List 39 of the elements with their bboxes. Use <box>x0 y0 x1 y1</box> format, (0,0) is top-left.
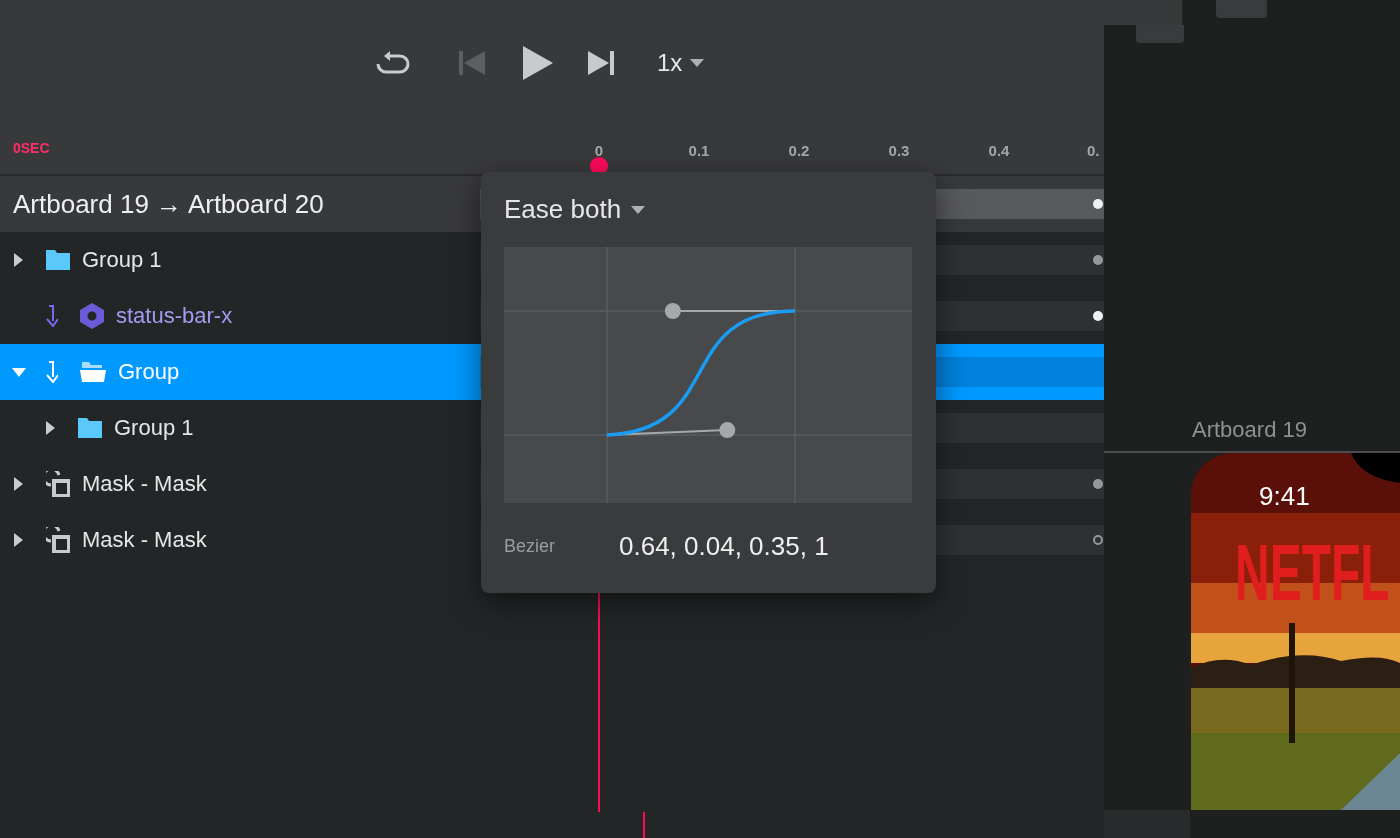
time-tick: 0 <box>593 142 605 159</box>
time-marker <box>643 812 645 838</box>
artboard-label: Artboard 19 <box>1192 417 1307 443</box>
mask-icon <box>46 527 70 553</box>
bezier-label: Bezier <box>504 536 557 557</box>
time-tick: 0. <box>1086 142 1101 159</box>
easing-dropdown[interactable]: Ease both <box>504 194 646 225</box>
logo-text: NETFL <box>1235 533 1390 613</box>
transition-title: Artboard 19 → Artboard 20 <box>13 188 324 220</box>
time-tick: 0.1 <box>687 142 711 159</box>
status-time: 9:41 <box>1259 481 1310 512</box>
time-unit-label: 0SEC <box>13 140 50 156</box>
layer-name: Group 1 <box>114 415 194 441</box>
folder-icon <box>46 250 70 270</box>
hexagon-icon <box>80 303 104 329</box>
keyframe-dot[interactable] <box>1093 255 1103 265</box>
layer-name: Mask - Mask <box>82 527 207 553</box>
layer-name: Group 1 <box>82 247 162 273</box>
keyframe-dot[interactable] <box>1093 479 1103 489</box>
layer-name: Group <box>118 359 180 385</box>
keyframe-dot[interactable] <box>1093 311 1103 321</box>
down-arrow-icon <box>46 305 58 327</box>
bezier-value: 0.64, 0.04, 0.35, 1 <box>619 531 829 562</box>
speed-dropdown[interactable]: 1x <box>657 49 705 77</box>
time-tick: 0.2 <box>787 142 811 159</box>
keyframe-dot[interactable] <box>1093 199 1103 209</box>
layer-name: status-bar-x <box>116 303 233 329</box>
caret-icon <box>631 205 646 214</box>
play-icon[interactable] <box>522 46 554 80</box>
skip-forward-icon[interactable] <box>588 50 614 76</box>
caret-icon <box>690 59 705 67</box>
mask-icon <box>46 471 70 497</box>
down-arrow-icon <box>46 361 58 383</box>
time-tick: 0.4 <box>987 142 1011 159</box>
folder-icon <box>78 418 102 438</box>
open-folder-icon <box>80 362 106 382</box>
layer-name: Mask - Mask <box>82 471 207 497</box>
time-tick: 0.3 <box>887 142 911 159</box>
replay-icon[interactable] <box>376 51 410 75</box>
